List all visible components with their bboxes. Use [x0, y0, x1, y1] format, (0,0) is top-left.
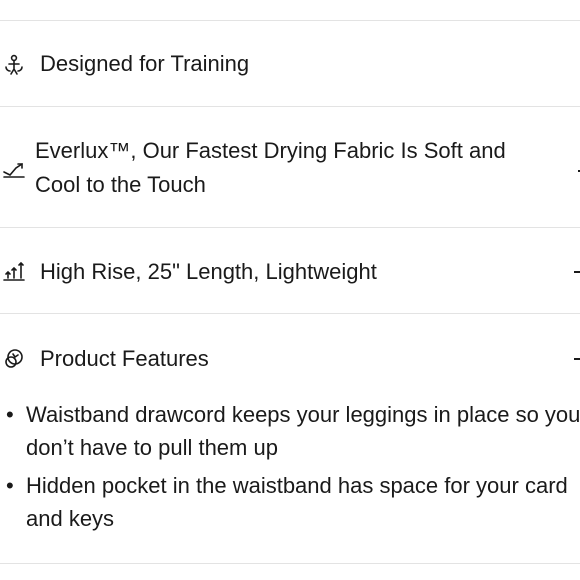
accordion-row-product-features[interactable]: Product Features	[0, 314, 580, 394]
quick-dry-icon	[2, 156, 26, 180]
weightlifting-icon	[2, 53, 26, 77]
accordion-row-label: High Rise, 25" Length, Lightweight	[40, 259, 377, 284]
accordion-row-fit[interactable]: High Rise, 25" Length, Lightweight	[0, 228, 580, 313]
accordion-row-label: Designed for Training	[40, 51, 250, 76]
collapse-icon[interactable]	[574, 358, 580, 360]
accordion-row-training[interactable]: Designed for Training	[0, 21, 580, 106]
product-features-icon	[2, 347, 26, 371]
rise-length-icon	[2, 258, 26, 282]
accordion-row-fabric[interactable]: Everlux™, Our Fastest Drying Fabric Is S…	[0, 107, 580, 227]
accordion-row-label: Everlux™, Our Fastest Drying Fabric Is S…	[35, 138, 506, 197]
list-item: • Hidden pocket in the waistband has spa…	[0, 469, 580, 535]
collapse-icon[interactable]	[574, 271, 580, 273]
list-item: • Waistband drawcord keeps your leggings…	[0, 398, 580, 464]
product-features-list: • Waistband drawcord keeps your leggings…	[0, 398, 580, 540]
list-item-text: Waistband drawcord keeps your leggings i…	[26, 402, 580, 460]
bullet: •	[6, 473, 14, 498]
divider-bottom	[0, 563, 580, 564]
accordion-row-label: Product Features	[40, 346, 209, 371]
list-item-text: Hidden pocket in the waistband has space…	[26, 473, 568, 531]
bullet: •	[6, 402, 14, 427]
